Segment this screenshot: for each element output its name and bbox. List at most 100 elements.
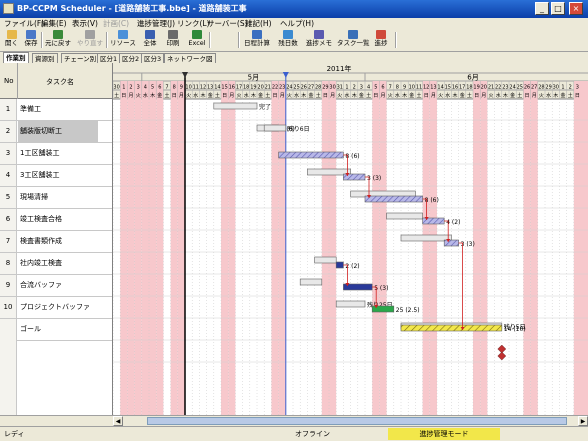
day-number: 9: [403, 85, 406, 91]
task-row-number: 4: [0, 165, 17, 186]
view-tabs: 作業別 資源別 チェーン別 区分1 区分2 区分3 ネットワーク図: [0, 52, 588, 63]
menu-plan[interactable]: 計画(C): [103, 18, 129, 29]
toolbar-button-11[interactable]: タスク一覧: [337, 30, 370, 50]
menu-edit[interactable]: 編集(E): [41, 18, 67, 29]
toolbar-button-10[interactable]: 進捗メモ: [304, 30, 334, 50]
holiday-column: [573, 99, 581, 415]
task-row[interactable]: 1 準備工: [0, 99, 112, 121]
tab-2[interactable]: チェーン別: [61, 53, 100, 63]
menu-view[interactable]: 表示(V): [72, 18, 98, 29]
task-row[interactable]: 5 現場清掃: [0, 187, 112, 209]
scroll-right-arrow-icon[interactable]: ▶: [578, 416, 588, 426]
day-number: 28: [538, 85, 544, 91]
toolbar-button-9[interactable]: 残日数: [275, 30, 301, 50]
task-row[interactable]: 6 竣工検査合格: [0, 209, 112, 231]
day-number: 18: [243, 85, 249, 91]
toolbar-button-7[interactable]: Excel: [186, 30, 208, 50]
tab-6[interactable]: ネットワーク図: [164, 53, 216, 63]
task-bar: [443, 239, 459, 247]
maximize-button[interactable]: □: [551, 2, 565, 15]
menu-file[interactable]: ファイル(F): [4, 18, 44, 29]
scroll-left-arrow-icon[interactable]: ◀: [113, 416, 123, 426]
gantt-chart[interactable]: 2011年 5月 6月 30 土 1 日 2 月 3 火 4 水 5 木 6 金 7 土 8 日 9 月 10 火 11 水 12 木 1…: [113, 63, 588, 415]
day-number: 10: [409, 85, 415, 91]
weekday-label: 火: [136, 93, 141, 99]
weekday-label: 日: [222, 93, 227, 99]
day-number: 1: [122, 85, 125, 91]
toolbar-button-label: 日程計算: [244, 39, 270, 47]
tab-5[interactable]: 区分3: [141, 53, 165, 63]
weekday-label: 木: [503, 92, 508, 99]
tab-3[interactable]: 区分1: [97, 53, 121, 63]
weekday-label: 火: [438, 93, 443, 99]
holiday-column: [127, 99, 135, 415]
remaining-days-icon: [283, 30, 293, 39]
toolbar-button-6[interactable]: 印刷: [164, 30, 182, 50]
task-row[interactable]: 7 検査書類作成: [0, 231, 112, 253]
day-number: 27: [531, 85, 537, 91]
tab-1[interactable]: 資源別: [32, 53, 58, 63]
menu-progress[interactable]: 進捗管理(J): [137, 18, 175, 29]
gantt-canvas[interactable]: 2011年5月 6月30土1日2月3火4水5木6金7土8日9月10火11水12木1…: [113, 63, 588, 415]
menu-help[interactable]: ヘルプ(H): [280, 18, 314, 29]
scroll-thumb[interactable]: [147, 417, 567, 425]
column-header-no[interactable]: No: [4, 77, 14, 85]
task-row[interactable]: 10 プロジェクトバッファ: [0, 297, 112, 319]
day-number: 28: [315, 85, 321, 91]
minimize-button[interactable]: _: [535, 2, 549, 15]
day-number: 21: [488, 85, 494, 91]
left-scrollbar[interactable]: [0, 415, 113, 426]
day-number: 6: [158, 85, 161, 91]
toolbar-button-12[interactable]: 進捗: [371, 30, 391, 50]
task-row[interactable]: 9 合流バッファ: [0, 275, 112, 297]
menu-server[interactable]: サーバー(S): [207, 18, 248, 29]
menu-bar: ファイル(F) 編集(E) 表示(V) 計画(C) 進捗管理(J) リンク(L)…: [0, 18, 588, 29]
toolbar-button-label: Excel: [188, 39, 206, 47]
weekday-label: 木: [452, 92, 457, 99]
toolbar-button-4[interactable]: リソース: [110, 30, 136, 50]
task-row[interactable]: 2 舗装版切断工: [0, 121, 112, 143]
toolbar-button-3[interactable]: やり直す: [76, 30, 104, 50]
task-bar: [343, 173, 366, 181]
tab-4[interactable]: 区分2: [119, 53, 143, 63]
weekday-label: 水: [344, 92, 349, 99]
day-number: 9: [180, 85, 183, 91]
weekday-label: 日: [373, 93, 378, 99]
title-bar[interactable]: BP-CCPM Scheduler - [道路舗装工事.bbe] - 道路舗装工…: [0, 0, 588, 18]
menu-notes[interactable]: 雑記(H): [245, 18, 272, 29]
day-number: 8: [173, 85, 176, 91]
task-row[interactable]: 3 1工区舗装工: [0, 143, 112, 165]
task-row[interactable]: 8 社内竣工検査: [0, 253, 112, 275]
weekday-label: 土: [568, 92, 573, 99]
tab-0[interactable]: 作業別: [3, 52, 29, 63]
day-number: 11: [193, 85, 199, 91]
bar-label: 残り6日: [288, 125, 310, 133]
toolbar-button-label: 進捗メモ: [306, 39, 332, 47]
column-header-task-name[interactable]: タスク名: [46, 77, 74, 87]
weekday-label: 金: [510, 92, 515, 99]
toolbar-button-5[interactable]: 全体: [140, 30, 160, 50]
toolbar-button-label: 残日数: [278, 39, 298, 47]
toolbar-button-8[interactable]: 日程計算: [243, 30, 271, 50]
app-icon: [3, 3, 14, 14]
horizontal-scrollbar[interactable]: ◀ ▶: [113, 415, 588, 426]
holiday-column: [149, 99, 157, 415]
day-number: 18: [466, 85, 472, 91]
day-number: 14: [214, 85, 220, 91]
toolbar-button-0[interactable]: 開く: [3, 30, 20, 50]
day-number: 13: [207, 85, 213, 91]
holiday-column: [170, 99, 178, 415]
app-window: BP-CCPM Scheduler - [道路舗装工事.bbe] - 道路舗装工…: [0, 0, 588, 441]
day-number: 3: [360, 85, 363, 91]
task-row-name: プロジェクトバッファ: [20, 303, 90, 311]
day-number: 24: [286, 85, 292, 91]
holiday-column: [177, 99, 185, 415]
toolbar-button-1[interactable]: 保存: [22, 30, 40, 50]
holiday-header-cell: [581, 81, 588, 99]
task-row[interactable]: 4 3工区舗装工: [0, 165, 112, 187]
fit-all-icon: [145, 30, 155, 39]
close-button[interactable]: ×: [569, 2, 583, 15]
menu-link[interactable]: リンク(L): [177, 18, 210, 29]
weekday-label: 月: [532, 93, 537, 99]
toolbar-button-2[interactable]: 元に戻す: [44, 30, 72, 50]
